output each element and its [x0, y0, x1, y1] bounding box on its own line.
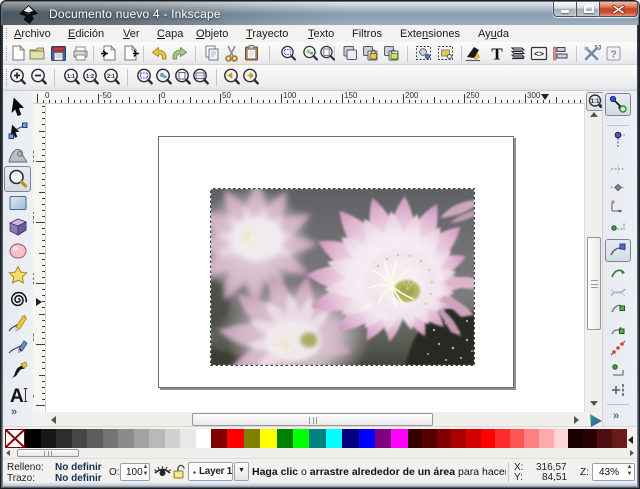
svg-text:<>: <> [534, 49, 544, 59]
svg-text:A: A [10, 386, 24, 406]
svg-text:T: T [491, 45, 503, 62]
svg-text:1:2: 1:2 [86, 74, 94, 80]
svg-text:1:1: 1:1 [591, 99, 600, 105]
svg-text:1:1: 1:1 [67, 74, 75, 80]
svg-text:?: ? [610, 50, 616, 61]
svg-text:2:1: 2:1 [107, 74, 115, 80]
